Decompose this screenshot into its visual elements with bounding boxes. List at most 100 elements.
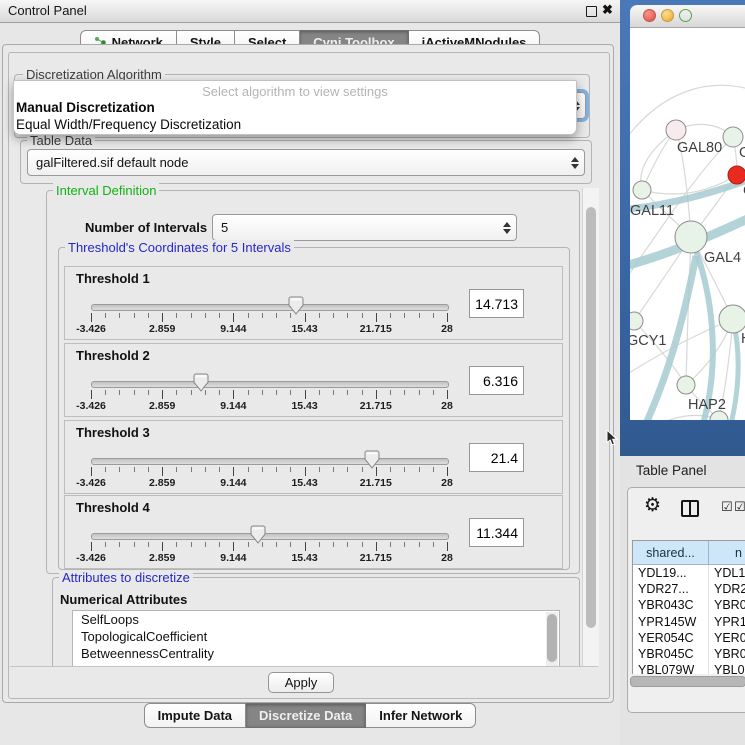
threshold-4-value-field[interactable]: 11.344 <box>469 518 524 547</box>
dropdown-option-equal-width-frequency[interactable]: Equal Width/Frequency Discretization <box>16 117 241 132</box>
threshold-4-slider-track[interactable] <box>91 533 449 540</box>
tick-mark <box>390 467 391 472</box>
threshold-3-slider-thumb[interactable] <box>364 450 380 474</box>
gear-icon[interactable]: ⚙ <box>644 494 661 516</box>
table-cell[interactable]: YBR0 <box>714 597 745 614</box>
table-cell[interactable]: YER0 <box>714 630 745 647</box>
table-cell[interactable]: YPR145W <box>638 614 696 631</box>
tick-mark <box>176 542 177 547</box>
tick-label: 15.43 <box>291 477 317 489</box>
table-cell[interactable]: YDL19... <box>638 565 687 582</box>
threshold-4-slider-thumb[interactable] <box>250 525 266 549</box>
node-label: G <box>739 145 745 161</box>
tick-mark <box>419 313 420 318</box>
tick-mark <box>176 467 177 472</box>
network-node-gal4[interactable] <box>675 221 707 253</box>
network-node-gcy1[interactable] <box>630 312 643 330</box>
threshold-2-value-field[interactable]: 6.316 <box>469 366 524 395</box>
table-cell[interactable]: YBR043C <box>638 597 694 614</box>
tick-mark <box>148 313 149 318</box>
tick-label: 9.144 <box>220 400 246 412</box>
panel-scrollbar-thumb[interactable] <box>586 207 596 628</box>
table-cell[interactable]: YDL1 <box>714 565 745 582</box>
table-cell[interactable]: YDR27... <box>638 581 689 598</box>
tab-impute-data[interactable]: Impute Data <box>144 703 246 728</box>
threshold-1-slider-thumb[interactable] <box>288 296 304 320</box>
columns-icon[interactable] <box>681 500 699 517</box>
dropdown-option-manual-discretization[interactable]: Manual Discretization <box>16 100 155 115</box>
tick-mark <box>205 542 206 547</box>
network-canvas[interactable]: GAL80GCGAL11GAL4GCY1HHAP2 <box>630 28 745 420</box>
table-data-combobox-value: galFiltered.sif default node <box>36 150 188 175</box>
network-node-gal11[interactable] <box>633 181 651 199</box>
table-header-shared-[interactable]: shared... <box>633 541 709 565</box>
tick-label: 2.859 <box>149 400 175 412</box>
table-cell[interactable]: YBL079W <box>638 662 694 674</box>
number-of-intervals-combobox[interactable]: 5 <box>212 214 517 241</box>
zoom-light-icon[interactable] <box>679 9 692 22</box>
tick-mark <box>433 313 434 318</box>
group-title: Table Data <box>27 133 95 148</box>
checkbox-checked-icon[interactable]: ☑ <box>721 501 733 514</box>
close-icon[interactable]: ✖ <box>602 2 613 18</box>
combo-stepper-icon[interactable] <box>501 220 512 236</box>
threshold-2-slider-track[interactable] <box>91 381 449 388</box>
tick-mark <box>276 390 277 395</box>
attribute-item-selfloops[interactable]: SelfLoops <box>73 611 559 628</box>
tick-mark <box>419 390 420 395</box>
bottom-tab-bar: Impute DataDiscretize DataInfer Network <box>0 703 620 728</box>
tick-mark <box>219 390 220 395</box>
tick-mark <box>319 467 320 472</box>
tick-label: 28 <box>441 552 453 564</box>
network-node-c[interactable] <box>728 166 745 184</box>
tick-mark <box>362 313 363 318</box>
threshold-1-value-field[interactable]: 14.713 <box>469 289 524 318</box>
network-graph: GAL80GCGAL11GAL4GCY1HHAP2 <box>630 28 745 420</box>
minimize-light-icon[interactable] <box>661 9 674 22</box>
tick-mark <box>162 390 163 399</box>
checkbox-checked-icon[interactable]: ☑ <box>734 501 745 514</box>
table-horizontal-scrollbar[interactable] <box>630 676 745 687</box>
tick-mark <box>91 467 92 476</box>
table-cell[interactable]: YBL0 <box>714 662 745 674</box>
list-scrollbar-thumb[interactable] <box>547 614 557 662</box>
close-light-icon[interactable] <box>643 9 656 22</box>
threshold-2-slider-thumb[interactable] <box>193 373 209 397</box>
table-data-combobox[interactable]: galFiltered.sif default node <box>27 149 585 176</box>
network-node-h[interactable] <box>719 305 745 333</box>
dropdown-hint: Select algorithm to view settings <box>14 84 576 99</box>
table-header-n[interactable]: n <box>709 541 745 565</box>
threshold-3-slider-track[interactable] <box>91 458 449 465</box>
tab-discretize-data[interactable]: Discretize Data <box>246 703 366 728</box>
node-label: H <box>741 331 745 347</box>
network-node-g[interactable] <box>723 127 743 147</box>
apply-button[interactable]: Apply <box>268 672 334 693</box>
network-node-gal80[interactable] <box>666 120 686 140</box>
tab-infer-network[interactable]: Infer Network <box>366 703 476 728</box>
network-node-hap2[interactable] <box>677 376 695 394</box>
threshold-3-value-field[interactable]: 21.4 <box>469 443 524 472</box>
table-cell[interactable]: YBR0 <box>714 646 745 663</box>
combo-stepper-icon[interactable] <box>569 155 580 171</box>
table-cell[interactable]: YER054C <box>638 630 694 647</box>
tick-label: -3.426 <box>76 477 106 489</box>
tick-mark <box>162 467 163 476</box>
tick-mark <box>176 313 177 318</box>
table-cell[interactable]: YBR045C <box>638 646 694 663</box>
control-panel-titlebar: Control Panel ✖ <box>0 0 620 23</box>
list-scrollbar[interactable] <box>546 612 558 666</box>
panel-scrollbar[interactable] <box>582 188 599 666</box>
tick-mark <box>447 313 448 322</box>
attribute-item-betweennesscentrality[interactable]: BetweennessCentrality <box>73 645 559 662</box>
network-view-window: GAL80GCGAL11GAL4GCY1HHAP2 <box>620 0 745 456</box>
node-attribute-table[interactable]: shared...n YDL19... YDL1 YDR27... YDR2 YBR043… <box>632 540 745 674</box>
attribute-item-topologicalcoefficient[interactable]: TopologicalCoefficient <box>73 628 559 645</box>
tick-mark <box>205 467 206 472</box>
threshold-1-slider-track[interactable] <box>91 304 449 311</box>
tick-mark <box>219 467 220 472</box>
table-cell[interactable]: YDR2 <box>714 581 745 598</box>
tick-mark <box>91 390 92 399</box>
float-window-icon[interactable] <box>586 6 597 17</box>
numerical-attributes-list[interactable]: SelfLoopsTopologicalCoefficientBetweenne… <box>72 610 560 668</box>
table-cell[interactable]: YPR1 <box>714 614 745 631</box>
